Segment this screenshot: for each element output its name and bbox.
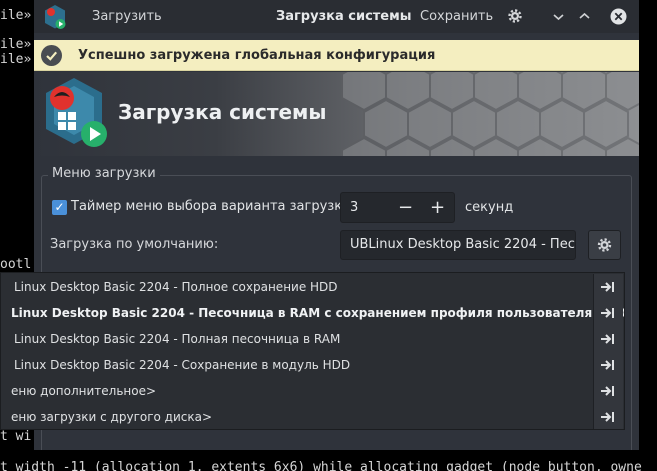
decrement-button[interactable]: − [390, 193, 421, 222]
info-banner: Успешно загружена глобальная конфигураци… [34, 40, 639, 71]
close-icon[interactable] [610, 8, 627, 25]
default-boot-combobox[interactable]: UBLinux Desktop Basic 2204 - Песочн [340, 230, 576, 260]
terminal-line: ile» [0, 8, 32, 23]
boot-menu-frame-label: Меню загрузки [48, 166, 160, 181]
boot-entry-icon[interactable] [593, 326, 623, 352]
dropdown-item[interactable]: еню загрузки с другого диска> [1, 404, 624, 429]
load-button[interactable]: Загрузить [92, 0, 162, 33]
window-title: Загрузка системы [276, 9, 412, 24]
dropdown-item-label[interactable]: еню загрузки с другого диска> [11, 404, 212, 429]
timer-checkbox[interactable]: ✓ [52, 200, 67, 215]
dropdown-item[interactable]: Linux Desktop Basic 2204 - Сохранение в … [1, 352, 624, 378]
maximize-icon[interactable] [576, 8, 593, 25]
check-circle-icon [41, 45, 62, 66]
hero-title: Загрузка системы [118, 100, 327, 124]
dropdown-item[interactable]: еню дополнительное> [1, 378, 624, 404]
dropdown-item-label[interactable]: Linux Desktop Basic 2204 - Песочница в R… [11, 300, 624, 326]
banner-message: Успешно загружена глобальная конфигураци… [78, 48, 436, 63]
terminal-line: ootl [0, 257, 32, 272]
save-button[interactable]: Сохранить [420, 0, 493, 33]
minimize-icon[interactable] [550, 8, 567, 25]
dropdown-item[interactable]: Linux Desktop Basic 2204 - Полное сохран… [1, 274, 624, 300]
dropdown-item-label[interactable]: Linux Desktop Basic 2204 - Сохранение в … [14, 352, 350, 378]
gear-icon [597, 238, 612, 252]
default-boot-settings-button[interactable] [588, 230, 621, 260]
increment-button[interactable]: + [422, 193, 453, 222]
boot-entry-icon[interactable] [593, 274, 623, 300]
boot-entry-icon[interactable] [593, 352, 623, 378]
app-logo-icon [46, 78, 107, 147]
boot-entry-icon[interactable] [593, 378, 623, 404]
dropdown-item[interactable]: Linux Desktop Basic 2204 - Полная песочн… [1, 326, 624, 352]
timer-spinbutton[interactable]: 3 − + [340, 192, 455, 223]
dropdown-item-label[interactable]: еню дополнительное> [11, 378, 156, 404]
timer-value[interactable]: 3 [350, 193, 358, 222]
default-boot-value[interactable]: UBLinux Desktop Basic 2204 - Песочн [350, 231, 575, 259]
app-icon [45, 5, 66, 29]
dropdown-item-label[interactable]: Linux Desktop Basic 2204 - Полное сохран… [14, 274, 338, 300]
hero-header: Загрузка системы [34, 72, 639, 156]
dropdown-item[interactable]: Linux Desktop Basic 2204 - Песочница в R… [1, 300, 624, 326]
header-bar: Загрузить Загрузка системы Сохранить [34, 0, 639, 33]
boot-entries-dropdown: Linux Desktop Basic 2204 - Полное сохран… [0, 272, 625, 430]
terminal-line: ile» [0, 37, 32, 52]
seconds-label: секунд [465, 200, 514, 215]
gear-icon[interactable] [506, 7, 524, 25]
default-boot-label: Загрузка по умолчанию: [50, 237, 219, 252]
timer-label: Таймер меню выбора варианта загрузки [71, 199, 351, 214]
terminal-line: t wi [0, 429, 32, 444]
terminal-line: t width -11 (allocation 1, extents 6x6) … [0, 460, 642, 471]
boot-entry-icon[interactable] [593, 300, 623, 326]
terminal-line: ile» [0, 52, 32, 67]
dropdown-item-label[interactable]: Linux Desktop Basic 2204 - Полная песочн… [14, 326, 340, 352]
boot-entry-icon[interactable] [593, 404, 623, 429]
